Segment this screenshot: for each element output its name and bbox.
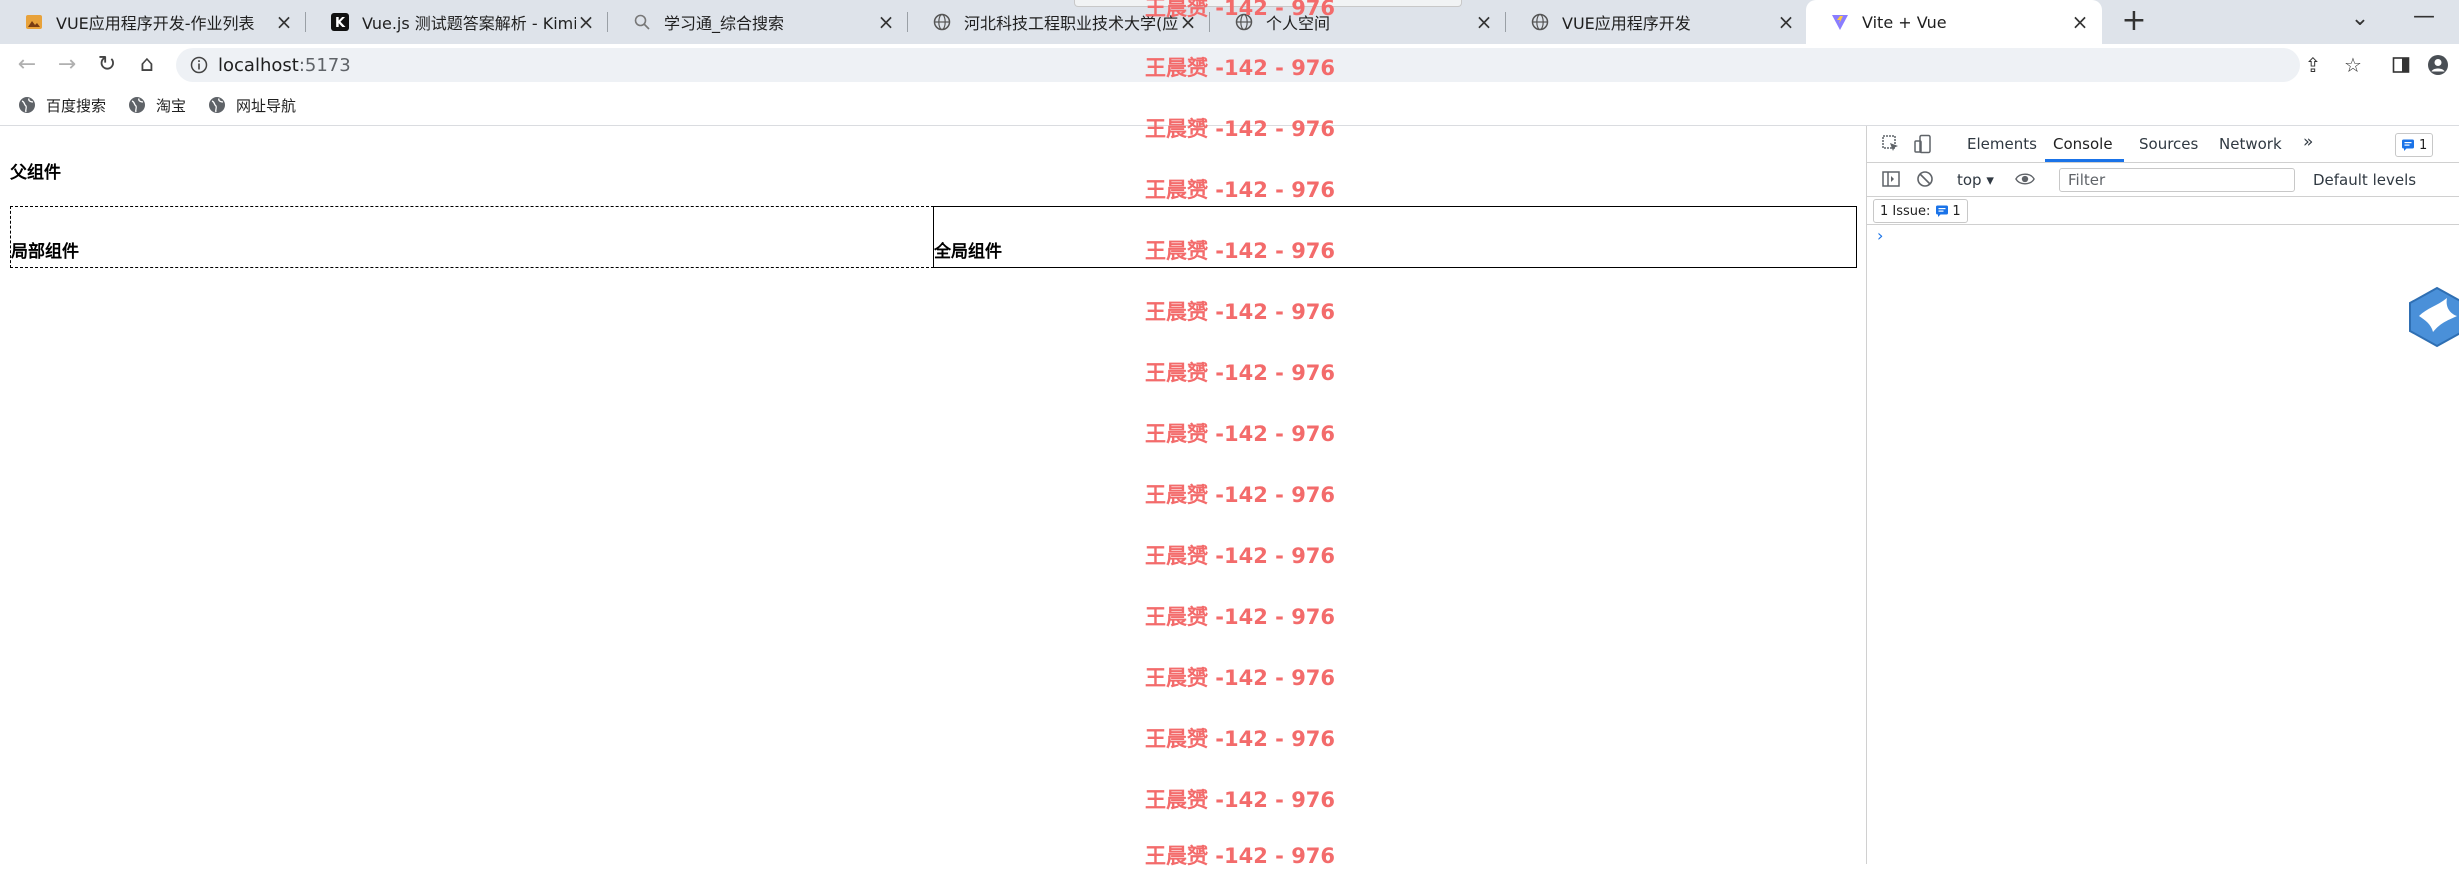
watermark-text: 王晨赟 -142 - 976 bbox=[1145, 544, 1336, 568]
global-component-box: 全局组件 bbox=[933, 206, 1857, 268]
back-button[interactable]: ← bbox=[12, 50, 42, 80]
local-component-label: 局部组件 bbox=[11, 242, 79, 262]
context-selector[interactable]: top ▾ bbox=[1957, 171, 1994, 189]
tab-vite-vue[interactable]: Vite + Vue × bbox=[1806, 0, 2102, 44]
tab-title: 学习通_综合搜索 bbox=[664, 14, 785, 33]
close-icon[interactable]: × bbox=[1776, 12, 1796, 32]
tab-title: Vite + Vue bbox=[1862, 12, 1947, 32]
profile-avatar-icon[interactable] bbox=[2425, 52, 2451, 78]
context-value: top bbox=[1957, 171, 1982, 189]
globe-favicon-icon bbox=[932, 12, 952, 32]
bookmark-taobao[interactable]: 淘宝 bbox=[128, 94, 186, 116]
watermark-text: 王晨赟 -142 - 976 bbox=[1145, 727, 1336, 751]
console-toolbar: top ▾ Filter Default levels bbox=[1867, 162, 2459, 197]
issues-badge-count: 1 bbox=[2419, 137, 2428, 153]
console-filter-input[interactable]: Filter bbox=[2059, 168, 2295, 192]
share-icon[interactable]: ⇪ bbox=[2300, 52, 2326, 78]
search-favicon-icon bbox=[632, 12, 652, 32]
close-icon[interactable]: × bbox=[2070, 12, 2090, 32]
devtools-tab-elements[interactable]: Elements bbox=[1967, 135, 2037, 153]
chevron-down-icon[interactable]: ⌄ bbox=[2345, 6, 2375, 36]
kimi-favicon-icon: K bbox=[330, 12, 350, 32]
global-component-label: 全局组件 bbox=[934, 242, 1002, 262]
clear-console-icon[interactable] bbox=[1915, 169, 1935, 189]
issues-button[interactable]: 1 Issue: 1 bbox=[1873, 199, 1968, 223]
watermark-text: 王晨赟 -142 - 976 bbox=[1145, 483, 1336, 507]
watermark-text: 王晨赟 -142 - 976 bbox=[1145, 178, 1336, 202]
forward-button[interactable]: → bbox=[52, 50, 82, 80]
watermark-text: 王晨赟 -142 - 976 bbox=[1145, 361, 1336, 385]
bookmark-baidu[interactable]: 百度搜索 bbox=[18, 94, 106, 116]
globe-icon bbox=[19, 97, 35, 113]
home-button[interactable]: ⌂ bbox=[132, 50, 162, 80]
bookmark-label: 淘宝 bbox=[156, 96, 187, 115]
log-levels-dropdown[interactable]: Default levels bbox=[2313, 171, 2416, 189]
watermark-text: 王晨赟 -142 - 976 bbox=[1145, 300, 1336, 324]
tab-xuexitong[interactable]: 学习通_综合搜索 × bbox=[608, 0, 908, 44]
url-text: localhost:5173 bbox=[218, 55, 351, 76]
info-icon[interactable] bbox=[190, 56, 208, 74]
bookmark-nav[interactable]: 网址导航 bbox=[208, 94, 296, 116]
console-prompt[interactable]: › bbox=[1877, 226, 1883, 245]
close-icon[interactable]: × bbox=[274, 12, 294, 32]
watermark-text: 王晨赟 -142 - 976 bbox=[1145, 56, 1336, 80]
sidebar-toggle-icon[interactable] bbox=[1881, 169, 1901, 189]
tab-vue-dev[interactable]: VUE应用程序开发 × bbox=[1506, 0, 1808, 44]
devtools-tab-sources[interactable]: Sources bbox=[2139, 135, 2198, 153]
tab-vue-homework[interactable]: VUE应用程序开发-作业列表 × bbox=[0, 0, 306, 44]
devtools-tab-console[interactable]: Console bbox=[2053, 135, 2113, 153]
watermark-text: 王晨赟 -142 - 976 bbox=[1145, 844, 1336, 868]
watermark-text: 王晨赟 -142 - 976 bbox=[1145, 0, 1336, 20]
tab-title: Vue.js 测试题答案解析 - Kimi.ai bbox=[362, 14, 576, 33]
message-icon bbox=[1936, 205, 1949, 217]
bookmark-label: 百度搜索 bbox=[46, 96, 107, 115]
inspect-element-icon[interactable] bbox=[1881, 134, 1901, 154]
page-viewport: 父组件 局部组件 全局组件 bbox=[0, 126, 1866, 864]
tab-title: VUE应用程序开发 bbox=[1562, 14, 1691, 33]
issues-bar: 1 Issue: 1 bbox=[1867, 196, 2459, 225]
eye-icon[interactable] bbox=[2015, 169, 2035, 189]
tab-kimi[interactable]: K Vue.js 测试题答案解析 - Kimi.ai × bbox=[306, 0, 608, 44]
close-icon[interactable]: × bbox=[576, 12, 596, 32]
reload-button[interactable]: ↻ bbox=[92, 50, 122, 80]
globe-icon bbox=[129, 97, 145, 113]
url-host: localhost bbox=[218, 54, 299, 76]
svg-text:K: K bbox=[335, 16, 346, 31]
watermark-text: 王晨赟 -142 - 976 bbox=[1145, 605, 1336, 629]
devtools-panel: Elements Console Sources Network » 1 top… bbox=[1866, 126, 2459, 864]
watermark-text: 王晨赟 -142 - 976 bbox=[1145, 239, 1336, 263]
issues-count: 1 bbox=[1952, 203, 1961, 219]
bird-assistant-icon[interactable] bbox=[2407, 286, 2459, 348]
watermark-text: 王晨赟 -142 - 976 bbox=[1145, 666, 1336, 690]
parent-component-title: 父组件 bbox=[10, 163, 61, 183]
vite-favicon-icon bbox=[1830, 12, 1850, 32]
devtools-tabbar: Elements Console Sources Network » 1 bbox=[1867, 126, 2459, 163]
image-favicon-icon bbox=[24, 12, 44, 32]
watermark-text: 王晨赟 -142 - 976 bbox=[1145, 117, 1336, 141]
close-icon[interactable]: × bbox=[876, 12, 896, 32]
watermark-text: 王晨赟 -142 - 976 bbox=[1145, 788, 1336, 812]
watermark-text: 王晨赟 -142 - 976 bbox=[1145, 422, 1336, 446]
issues-label: 1 Issue: bbox=[1880, 203, 1931, 219]
side-panel-icon[interactable] bbox=[2388, 52, 2414, 78]
more-tabs-button[interactable]: » bbox=[2303, 132, 2313, 152]
tab-title: VUE应用程序开发-作业列表 bbox=[56, 14, 255, 33]
message-icon bbox=[2402, 139, 2414, 151]
issues-badge[interactable]: 1 bbox=[2395, 133, 2434, 157]
devtools-tab-network[interactable]: Network bbox=[2219, 135, 2282, 153]
globe-favicon-icon bbox=[1530, 12, 1550, 32]
new-tab-button[interactable]: + bbox=[2116, 4, 2152, 40]
globe-icon bbox=[209, 97, 225, 113]
local-component-box: 局部组件 bbox=[10, 206, 934, 268]
device-toolbar-icon[interactable] bbox=[1913, 134, 1933, 154]
url-port: :5173 bbox=[298, 54, 351, 76]
star-icon[interactable]: ☆ bbox=[2340, 52, 2366, 78]
bookmark-label: 网址导航 bbox=[236, 96, 297, 115]
close-icon[interactable]: × bbox=[1474, 12, 1494, 32]
minimize-button[interactable]: — bbox=[2404, 4, 2444, 34]
